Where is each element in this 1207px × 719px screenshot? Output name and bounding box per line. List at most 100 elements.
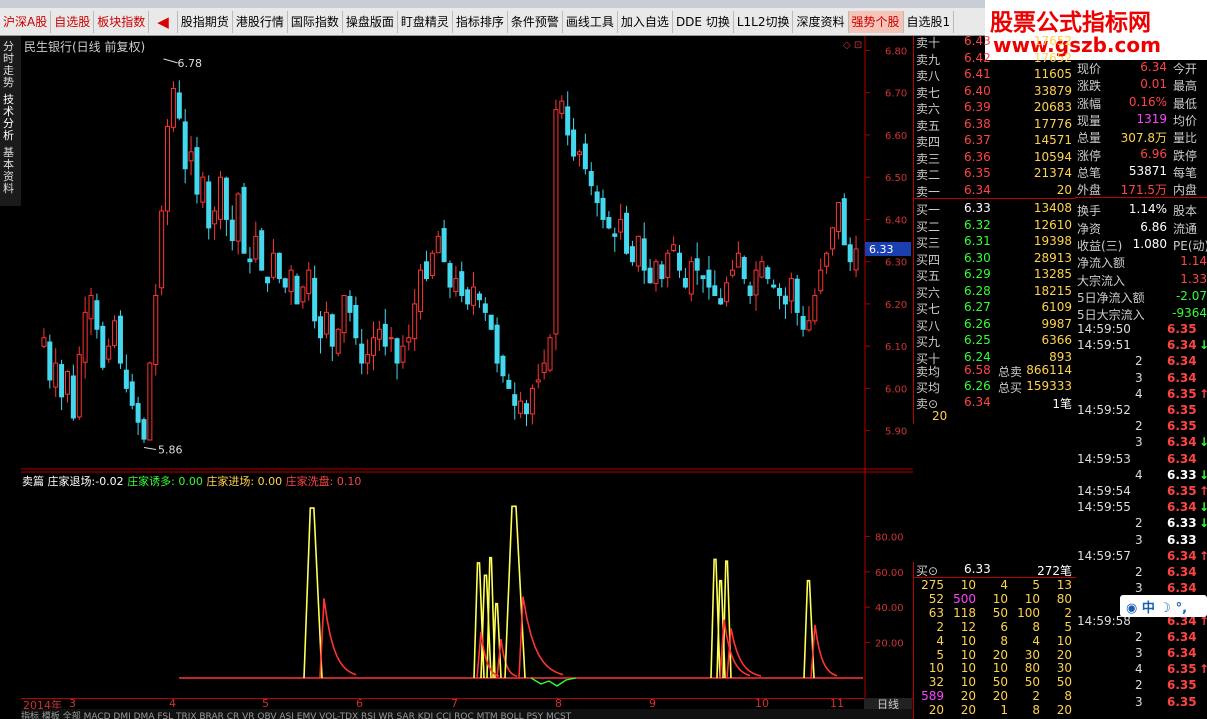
tick-row[interactable]: 2 6.34 <box>1077 630 1207 646</box>
candle-body <box>671 244 677 252</box>
tick-row[interactable]: 3 6.35 <box>1077 695 1207 711</box>
kline-chart-area[interactable]: 6.80 6.70 6.60 6.50 6.40 6.30 6.20 6.10 6.00 5.90… <box>21 36 913 698</box>
indicator-axis-label: 80.00 <box>875 532 904 543</box>
price-axis-label: 5.90 <box>885 427 907 438</box>
tick-list[interactable]: 14:59:50 6.35 14:59:51 6.34 ↓ 2 6.34 3 6.34 4 6.35… <box>1075 322 1207 719</box>
candle-body <box>853 248 859 271</box>
tick-row[interactable]: 2 6.34 <box>1077 565 1207 581</box>
ime-icon[interactable]: ◉ 中 ☽ °, <box>1126 597 1187 616</box>
tick-time: 14:59:52 <box>1077 403 1131 417</box>
tab-draw-tools[interactable]: 画线工具 <box>563 10 618 33</box>
indicator-ribbon[interactable]: 指标 模板 全部 MACD DMI DMA FSL TRIX BRAR CR V… <box>21 709 913 719</box>
candle-body <box>594 191 600 204</box>
orderbook-buy-row[interactable]: 买四 6.30 28913 <box>916 251 1076 267</box>
vtab-fundamentals[interactable]: 基本资料 <box>3 147 17 195</box>
tab-trading-layout[interactable]: 操盘版面 <box>343 10 398 33</box>
tick-row[interactable]: 14:59:54 6.35 ↑ <box>1077 484 1207 500</box>
orderbook-sell-row[interactable]: 卖八 6.41 11605 <box>916 67 1076 83</box>
candle-body <box>788 278 794 302</box>
tick-time: 3 <box>1135 581 1143 596</box>
orderbook-sell-row[interactable]: 卖一 6.34 20 <box>916 183 1076 199</box>
tick-row[interactable]: 14:59:53 6.34 <box>1077 452 1207 468</box>
tick-row[interactable]: 14:59:55 6.34 ↓ <box>1077 500 1207 516</box>
tick-row[interactable]: 2 6.35 <box>1077 678 1207 694</box>
tick-row[interactable]: 14:59:50 6.35 <box>1077 322 1207 338</box>
vtab-technical[interactable]: 技术分析 <box>3 94 17 142</box>
tick-row[interactable]: 2 6.34 <box>1077 354 1207 370</box>
tick-row[interactable]: 3 6.33 <box>1077 533 1207 549</box>
tick-row[interactable]: 4 6.35 ↑ <box>1077 387 1207 403</box>
orderbook-sell-row[interactable]: 卖二 6.35 21374 <box>916 166 1076 182</box>
tab-l1l2-switch[interactable]: L1L2切换 <box>734 10 794 33</box>
orderbook-sell-row[interactable]: 卖七 6.40 33879 <box>916 84 1076 100</box>
tick-price: 6.34 <box>1167 500 1197 515</box>
orderbook-sell-row[interactable]: 卖三 6.36 10594 <box>916 150 1076 166</box>
orderbook-sell-row[interactable]: 卖五 6.38 17776 <box>916 117 1076 133</box>
quote-row: 净流入额 1.14 <box>1077 254 1207 271</box>
vtab-intraday[interactable]: 分时走势 <box>3 41 17 89</box>
tab-sector-index[interactable]: 板块指数 <box>94 10 150 33</box>
tab-hs-a[interactable]: 沪深A股 <box>0 10 52 33</box>
orderbook-sell-row[interactable]: 卖六 6.39 20683 <box>916 100 1076 116</box>
tick-row[interactable]: 3 6.34 <box>1077 646 1207 662</box>
candle-body <box>753 269 759 296</box>
orderbook-sell-row[interactable]: 卖十 6.43 17652 <box>916 34 1076 50</box>
quote-value: 1.080 <box>1132 237 1167 251</box>
tick-row[interactable]: 2 6.33 ↓ <box>1077 516 1207 532</box>
candle-body <box>765 267 771 280</box>
tab-strong-stocks[interactable]: 强势个股 <box>848 10 904 33</box>
orderbook-buy-row[interactable]: 买一 6.33 13408 <box>916 201 1076 217</box>
queue-cell: 80 <box>1024 661 1040 676</box>
quote-label: 涨幅 <box>1077 96 1102 111</box>
tab-intl-index[interactable]: 国际指数 <box>288 10 343 33</box>
tab-watchlist-1[interactable]: 自选股1 <box>904 10 955 33</box>
candle-body <box>123 369 129 389</box>
candle-body <box>247 258 253 263</box>
tab-watchlist[interactable]: 自选股 <box>51 10 95 33</box>
quote-value: 6.34 <box>1140 60 1167 74</box>
candle-body <box>212 210 218 225</box>
indicator-chart[interactable]: 80.0060.0040.0020.00§ <box>21 471 913 698</box>
tick-row[interactable]: 4 6.35 ↑ <box>1077 662 1207 678</box>
orderbook-buy-row[interactable]: 买六 6.28 18215 <box>916 284 1076 300</box>
orderbook-sell-row[interactable]: 卖九 6.42 17652 <box>916 51 1076 67</box>
back-arrow-icon[interactable]: ◀ <box>149 10 178 33</box>
candle-body <box>435 235 441 254</box>
price-chart[interactable]: 6.80 6.70 6.60 6.50 6.40 6.30 6.20 6.10 6.00 5.90… <box>21 36 913 471</box>
orderbook-price: 6.30 <box>964 250 991 265</box>
candle-body <box>635 235 641 267</box>
tab-add-watchlist[interactable]: 加入自选 <box>618 10 673 33</box>
tick-row[interactable]: 3 6.34 ↓ <box>1077 435 1207 451</box>
tab-indicator-rank[interactable]: 指标排序 <box>453 10 508 33</box>
tab-deep-data[interactable]: 深度资料 <box>793 10 849 33</box>
orderbook-buy-row[interactable]: 买七 6.27 6109 <box>916 300 1076 316</box>
orderbook-buy-row[interactable]: 买二 6.32 12610 <box>916 218 1076 234</box>
tab-index-futures[interactable]: 股指期货 <box>178 10 233 33</box>
candle-body <box>565 106 571 136</box>
tick-row[interactable]: 4 6.33 ↓ <box>1077 468 1207 484</box>
queue-cell: 10 <box>960 675 976 690</box>
quote-value: 53871 <box>1128 163 1167 178</box>
tab-dde-switch[interactable]: DDE 切换 <box>673 10 734 33</box>
orderbook-sell-row[interactable]: 卖四 6.37 14571 <box>916 133 1076 149</box>
tab-hk-quotes[interactable]: 港股行情 <box>233 10 288 33</box>
tick-row[interactable]: 2 6.35 <box>1077 419 1207 435</box>
tick-row[interactable]: 14:59:51 6.34 ↓ <box>1077 338 1207 354</box>
tick-time: 14:59:57 <box>1077 548 1131 563</box>
orderbook-buy-row[interactable]: 买三 6.31 19398 <box>916 234 1076 250</box>
tick-row[interactable]: 3 6.34 <box>1077 371 1207 387</box>
tick-price: 6.34 <box>1167 646 1197 660</box>
tick-time: 3 <box>1135 370 1143 385</box>
orderbook-buy-row[interactable]: 买五 6.29 13285 <box>916 267 1076 283</box>
tick-row[interactable]: 14:59:57 6.34 ↑ <box>1077 549 1207 565</box>
tick-row[interactable]: 14:59:52 6.35 <box>1077 403 1207 419</box>
orderbook-buy-row[interactable]: 买九 6.25 6366 <box>916 333 1076 349</box>
quote-panel: 现价 6.34 今开 涨跌 0.01 最高 涨幅 0.16% 最低 现量 1319 均价 总量 307.8… <box>1075 60 1207 330</box>
orderbook-buy-row[interactable]: 买八 6.26 9987 <box>916 317 1076 333</box>
ime-toolbar[interactable]: ◉ 中 ☽ °, <box>1120 595 1207 617</box>
orderbook-volume: 17652 <box>1033 50 1072 65</box>
tick-price: 6.33 <box>1167 532 1197 547</box>
tab-condition-alert[interactable]: 条件预警 <box>508 10 563 33</box>
orderbook-label: 卖九 <box>916 52 941 67</box>
tab-watch-genie[interactable]: 盯盘精灵 <box>398 10 453 33</box>
